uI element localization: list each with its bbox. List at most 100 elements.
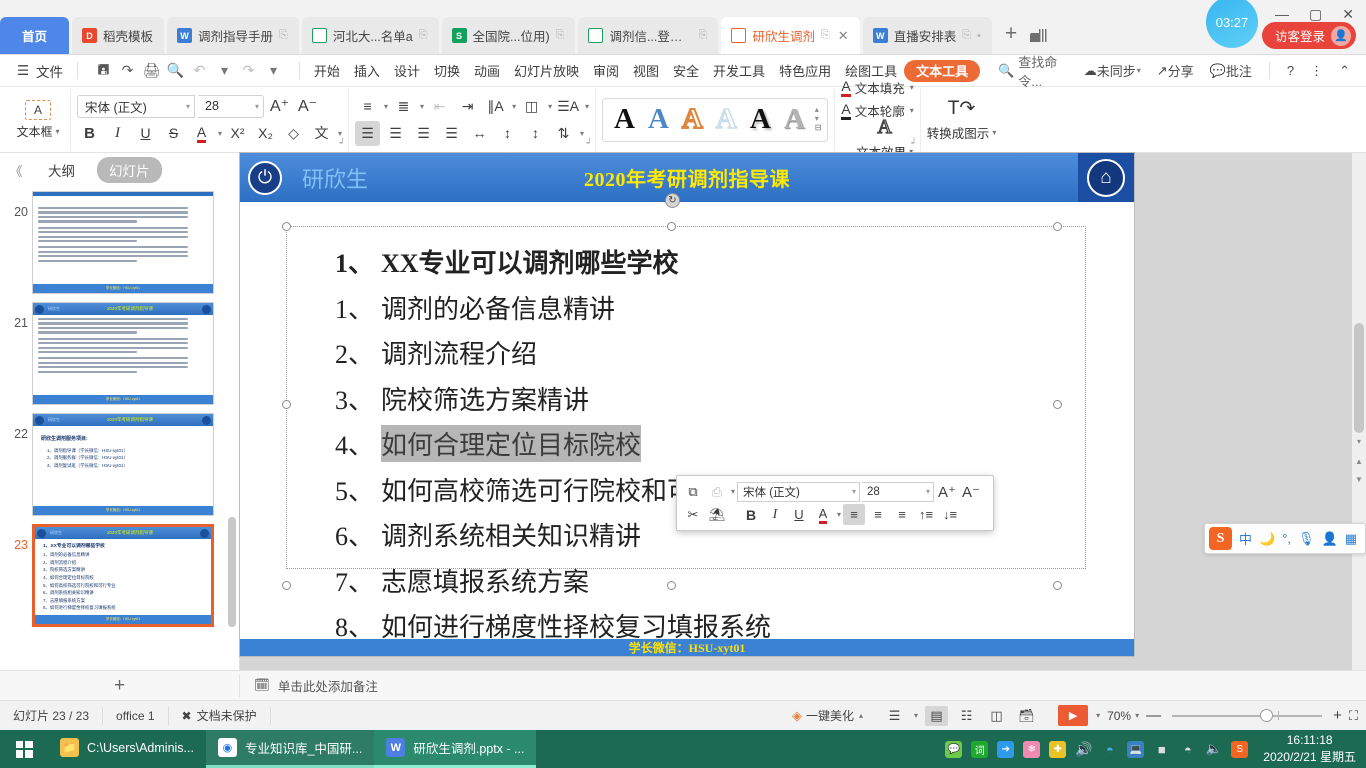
print-icon[interactable]: 🖨 — [141, 60, 162, 81]
menu-item-0[interactable]: 开始 — [307, 59, 347, 83]
document-tab-3[interactable]: S 河北大...名单a ⎘ — [301, 17, 439, 54]
wordart-style-6[interactable]: A — [779, 105, 810, 134]
start-slideshow-button[interactable]: ▶ — [1058, 705, 1089, 726]
mini-italic-button[interactable]: I — [764, 504, 786, 525]
wordart-more-icon[interactable]: ▴ ▾ ⊟ — [813, 105, 822, 132]
grow-font-button[interactable]: A⁺ — [267, 94, 292, 119]
wordart-style-1[interactable]: A — [609, 105, 640, 134]
resize-handle-bc[interactable] — [667, 581, 676, 590]
resize-handle-tr[interactable] — [1053, 222, 1062, 231]
strikethrough-button[interactable]: S — [161, 121, 186, 146]
pin-tab-icon[interactable]: ⎘ — [821, 29, 830, 42]
new-tab-button[interactable]: + — [995, 22, 1027, 48]
document-tab-4[interactable]: S 全国院...位用) ⎘ — [441, 17, 576, 54]
scroll-down-icon[interactable]: ▾ — [1352, 433, 1366, 449]
user-icon[interactable]: 👤 — [1322, 531, 1338, 547]
bullets-button[interactable]: ≡ — [355, 94, 380, 119]
mini-line-up-button[interactable]: ↑≡ — [915, 504, 937, 525]
print-preview-icon[interactable]: 🔍 — [165, 60, 186, 81]
slide-bullet-2[interactable]: 2、 调剂流程介绍 — [335, 334, 1061, 371]
thumbnail-item-21[interactable]: 21 研欣生 2020年考研调剂指导课 学长微信：HSU-xyt01 — [0, 298, 239, 409]
rotate-handle[interactable]: ↻ — [665, 193, 680, 208]
tab-outline[interactable]: 大纲 — [36, 157, 87, 183]
help-button[interactable]: ? — [1281, 59, 1300, 83]
phonetic-caret-icon[interactable]: ▾ — [338, 129, 342, 138]
resize-handle-tc[interactable] — [667, 222, 676, 231]
font-color-caret-icon[interactable]: ▾ — [218, 129, 222, 138]
wordart-style-3[interactable]: A — [677, 104, 708, 135]
paste-caret-icon[interactable]: ▾ — [731, 487, 735, 496]
mini-font-size-combo[interactable]: 28 ▾ — [862, 481, 935, 502]
zoom-level[interactable]: 70% ▾ — [1107, 709, 1139, 723]
taskbar-item-explorer[interactable]: 📁 C:\Users\Adminis... — [48, 730, 206, 768]
save-as-icon[interactable]: ↷ — [117, 60, 138, 81]
bullets-caret-icon[interactable]: ▾ — [384, 102, 388, 111]
bluetooth-icon[interactable]: ◓ — [1101, 741, 1118, 758]
numbering-caret-icon[interactable]: ▾ — [420, 102, 424, 111]
wordart-gallery[interactable]: A A A A A A ▴ ▾ ⊟ — [602, 97, 829, 142]
dictionary-icon[interactable]: 词 — [971, 740, 989, 758]
view-slide-sorter-button[interactable]: ☷ — [955, 706, 978, 726]
collapse-ribbon-icon[interactable]: ⌃ — [1333, 59, 1356, 83]
menu-item-5[interactable]: 幻灯片放映 — [507, 59, 586, 83]
menu-item-2[interactable]: 设计 — [387, 59, 427, 83]
scrollbar-thumb[interactable] — [1354, 323, 1364, 433]
menu-file[interactable]: ☰ 文件 — [10, 59, 70, 83]
slide-home-button[interactable]: ⌂ — [1078, 153, 1134, 202]
start-button[interactable] — [0, 730, 48, 768]
document-tab-0[interactable]: 首页 — [0, 17, 70, 54]
resize-handle-tl[interactable] — [282, 222, 291, 231]
thumbnail-preview[interactable]: 研欣生 2020年考研调剂指导课 1、XX专业可以调剂哪些学校 1、调剂的必备信息精讲… — [32, 524, 214, 627]
document-protection[interactable]: ✖ 文档未保护 — [169, 706, 271, 725]
speaker-icon[interactable]: 🔈 — [1205, 741, 1222, 758]
menu-item-10[interactable]: 特色应用 — [772, 59, 838, 83]
thumbnail-scrollbar-thumb[interactable] — [228, 517, 236, 627]
slide-bullet-7[interactable]: 7、 志愿填报系统方案 — [335, 562, 1061, 599]
maximize-button[interactable]: ▢ — [1309, 6, 1322, 23]
minimize-button[interactable]: — — [1275, 6, 1289, 23]
mini-line-down-button[interactable]: ↓≡ — [939, 504, 961, 525]
pin-tab-icon[interactable]: ⎘ — [699, 29, 708, 42]
format-painter-button[interactable]: ⛱ — [706, 504, 728, 525]
align-left-button[interactable]: ☰ — [355, 120, 381, 146]
wordart-style-5[interactable]: A — [745, 105, 776, 134]
slide-canvas[interactable]: ⏻ 研欣生 2020年考研调剂指导课 ⌂ 1、 XX专业可以调剂哪些学校 1、 调剂的… — [240, 153, 1134, 656]
redo-icon[interactable]: ↷ — [238, 60, 259, 81]
cloud-docs-icon[interactable] — [1027, 25, 1053, 45]
thumbnail-preview[interactable]: 学长微信：HSU-xyt01 — [32, 191, 214, 294]
align-text-button[interactable]: ◫ — [519, 94, 544, 119]
slide-editor[interactable]: ⏻ 研欣生 2020年考研调剂指导课 ⌂ 1、 XX专业可以调剂哪些学校 1、 调剂的… — [240, 153, 1366, 670]
menu-item-3[interactable]: 切换 — [427, 59, 467, 83]
undo-caret-icon[interactable]: ▾ — [214, 60, 235, 81]
wordart-style-4[interactable]: A — [711, 104, 742, 135]
font-size-combo[interactable]: 28 ▾ — [198, 94, 264, 118]
flower-icon[interactable]: ❄ — [1023, 740, 1041, 758]
underline-button[interactable]: U — [133, 121, 158, 146]
mini-floating-toolbar[interactable]: ⧉ ⎙ ▾ 宋体 (正文) ▾ 28 ▾ A⁺ A⁻ ✂ ⛱ B I U A ▾… — [676, 475, 994, 531]
slide-bullet-4[interactable]: 4、 如何合理定位目标院校 — [335, 425, 1061, 462]
superscript-button[interactable]: X² — [225, 121, 250, 146]
columns-button[interactable]: ☰A — [555, 94, 581, 119]
textstyle-dialog-launcher[interactable]: ┙ — [911, 138, 916, 149]
resize-handle-br[interactable] — [1053, 581, 1062, 590]
columns-caret-icon[interactable]: ▾ — [585, 102, 589, 111]
more-options-icon[interactable]: ⋮ — [1304, 59, 1329, 83]
sogou-icon[interactable]: S — [1231, 740, 1249, 758]
line-spacing-up-button[interactable]: ↕ — [495, 121, 520, 146]
previous-slide-icon[interactable]: ▲ — [1352, 453, 1366, 469]
pin-tab-icon[interactable]: ⎘ — [962, 29, 971, 42]
line-spacing-button[interactable]: ⇅ — [551, 121, 576, 146]
toolbox-icon[interactable]: ▦ — [1345, 531, 1357, 547]
taskbar-item-wps[interactable]: W 研欣生调剂.pptx - ... — [374, 730, 537, 768]
slide-bullet-1[interactable]: 1、 调剂的必备信息精讲 — [335, 289, 1061, 326]
punctuation-icon[interactable]: °, — [1282, 531, 1291, 546]
align-center-button[interactable]: ☰ — [383, 121, 408, 146]
menu-item-6[interactable]: 审阅 — [586, 59, 626, 83]
resize-handle-bl[interactable] — [282, 581, 291, 590]
mini-font-color-button[interactable]: A — [812, 504, 834, 525]
update-icon[interactable]: ✚ — [1049, 740, 1067, 758]
convert-to-smartart-button[interactable]: T↷ 转换成图示 ▾ — [927, 97, 997, 142]
font-dialog-launcher[interactable]: ┙ — [340, 138, 345, 149]
notes-field[interactable]: 🗓 单击此处添加备注 — [240, 676, 378, 695]
zoom-in-button[interactable]: + — [1333, 707, 1342, 724]
